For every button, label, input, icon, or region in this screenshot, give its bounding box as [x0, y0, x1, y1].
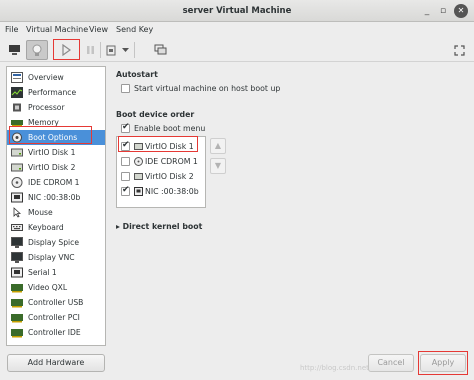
pause-icon[interactable]	[82, 40, 98, 60]
sidebar-item-label: VirtIO Disk 1	[28, 148, 76, 157]
title-bar: server Virtual Machine _ ▫ ✕	[0, 0, 474, 22]
boot-device-label: VirtIO Disk 2	[145, 172, 194, 181]
nic-icon	[134, 187, 143, 196]
controller-icon	[11, 312, 23, 323]
fullscreen-icon[interactable]	[450, 40, 468, 60]
highlight-box	[53, 39, 80, 60]
cdrom-icon	[11, 177, 23, 188]
cancel-button[interactable]: Cancel	[368, 354, 414, 372]
sidebar-item-controller-usb[interactable]: Controller USB	[7, 295, 105, 310]
toolbar-separator	[100, 42, 101, 58]
lightbulb-icon[interactable]	[26, 40, 48, 60]
disk-icon	[11, 162, 23, 173]
sidebar-item-label: VirtIO Disk 2	[28, 163, 76, 172]
processor-icon	[11, 102, 23, 113]
boot-device-label: IDE CDROM 1	[145, 157, 198, 166]
hardware-list[interactable]: Overview Performance Processor Memory Bo…	[6, 66, 106, 346]
enable-boot-menu-checkbox[interactable]	[121, 122, 130, 133]
boot-device-label: NIC :00:38:0b	[145, 187, 199, 196]
keyboard-icon	[11, 222, 23, 233]
direct-kernel-boot-expander[interactable]: ▸ Direct kernel boot	[116, 222, 202, 231]
start-on-boot-checkbox[interactable]	[121, 84, 130, 93]
sidebar-item-label: Video QXL	[28, 283, 68, 292]
boot-row-nic[interactable]: NIC :00:38:0b	[117, 185, 205, 199]
performance-icon	[11, 87, 23, 98]
sidebar-item-virtio-disk-1[interactable]: VirtIO Disk 1	[7, 145, 105, 160]
serial-icon	[11, 267, 23, 278]
sidebar-item-label: Keyboard	[28, 223, 64, 232]
sidebar-item-label: NIC :00:38:0b	[28, 193, 81, 202]
boot-device-checkbox[interactable]	[121, 157, 130, 166]
sidebar-item-label: Performance	[28, 88, 77, 97]
controller-icon	[11, 327, 23, 338]
minimize-icon[interactable]: _	[420, 4, 434, 18]
nic-icon	[11, 192, 23, 203]
boot-device-checkbox[interactable]	[121, 185, 130, 196]
video-icon	[11, 282, 23, 293]
sidebar-item-video-qxl[interactable]: Video QXL	[7, 280, 105, 295]
sidebar-item-label: Controller IDE	[28, 328, 81, 337]
sidebar-item-label: Mouse	[28, 208, 53, 217]
sidebar-item-virtio-disk-2[interactable]: VirtIO Disk 2	[7, 160, 105, 175]
maximize-icon[interactable]: ▫	[436, 4, 450, 18]
boot-device-checkbox[interactable]	[121, 172, 130, 181]
sidebar-item-controller-ide[interactable]: Controller IDE	[7, 325, 105, 340]
sidebar-item-label: Overview	[28, 73, 64, 82]
boot-row-ide-cdrom-1[interactable]: IDE CDROM 1	[117, 155, 205, 169]
autostart-title: Autostart	[116, 70, 158, 79]
menu-view[interactable]: View	[89, 25, 108, 34]
toolbar-separator	[134, 42, 135, 58]
sidebar-item-mouse[interactable]: Mouse	[7, 205, 105, 220]
mouse-icon	[11, 207, 23, 218]
cdrom-icon	[134, 157, 143, 166]
snapshot-icon[interactable]	[150, 40, 170, 60]
up-arrow-icon[interactable]: ▲	[210, 138, 226, 154]
menu-file[interactable]: File	[5, 25, 18, 34]
power-dropdown-icon[interactable]	[120, 40, 130, 60]
sidebar-item-controller-pci[interactable]: Controller PCI	[7, 310, 105, 325]
start-on-boot-label: Start virtual machine on host boot up	[134, 84, 281, 93]
highlight-box	[418, 351, 468, 375]
highlight-box	[118, 136, 198, 152]
sidebar-item-processor[interactable]: Processor	[7, 100, 105, 115]
sidebar-item-label: Processor	[28, 103, 65, 112]
sidebar-item-overview[interactable]: Overview	[7, 70, 105, 85]
disk-icon	[11, 147, 23, 158]
sidebar-item-label: Display VNC	[28, 253, 75, 262]
controller-icon	[11, 297, 23, 308]
menu-virtual-machine[interactable]: Virtual Machine	[26, 25, 88, 34]
power-icon[interactable]	[104, 40, 118, 60]
direct-kernel-boot-label: Direct kernel boot	[122, 222, 203, 231]
sidebar-item-serial-1[interactable]: Serial 1	[7, 265, 105, 280]
expander-arrow-icon: ▸	[116, 222, 123, 231]
sidebar-item-display-spice[interactable]: Display Spice	[7, 235, 105, 250]
display-icon	[11, 252, 23, 263]
window-title: server Virtual Machine	[182, 6, 292, 16]
menu-send-key[interactable]: Send Key	[116, 25, 153, 34]
menu-bar: File Virtual Machine View Send Key	[0, 22, 474, 38]
sidebar-item-label: Controller PCI	[28, 313, 80, 322]
add-hardware-button[interactable]: Add Hardware	[7, 354, 105, 372]
sidebar-item-label: Display Spice	[28, 238, 80, 247]
sidebar-item-ide-cdrom-1[interactable]: IDE CDROM 1	[7, 175, 105, 190]
monitor-icon[interactable]	[4, 40, 24, 60]
overview-icon	[11, 72, 23, 83]
sidebar-item-label: IDE CDROM 1	[28, 178, 80, 187]
sidebar-item-nic[interactable]: NIC :00:38:0b	[7, 190, 105, 205]
toolbar	[0, 38, 474, 62]
enable-boot-menu-label: Enable boot menu	[134, 124, 206, 133]
disk-icon	[134, 173, 143, 180]
boot-row-virtio-disk-2[interactable]: VirtIO Disk 2	[117, 170, 205, 184]
close-icon[interactable]: ✕	[454, 4, 468, 18]
boot-order-title: Boot device order	[116, 110, 195, 119]
watermark: http://blog.csdn.net/...	[300, 364, 378, 372]
display-icon	[11, 237, 23, 248]
down-arrow-icon[interactable]: ▼	[210, 158, 226, 174]
sidebar-item-label: Controller USB	[28, 298, 84, 307]
sidebar-item-display-vnc[interactable]: Display VNC	[7, 250, 105, 265]
sidebar-item-label: Serial 1	[28, 268, 57, 277]
sidebar-item-keyboard[interactable]: Keyboard	[7, 220, 105, 235]
highlight-box	[9, 126, 92, 144]
sidebar-item-performance[interactable]: Performance	[7, 85, 105, 100]
